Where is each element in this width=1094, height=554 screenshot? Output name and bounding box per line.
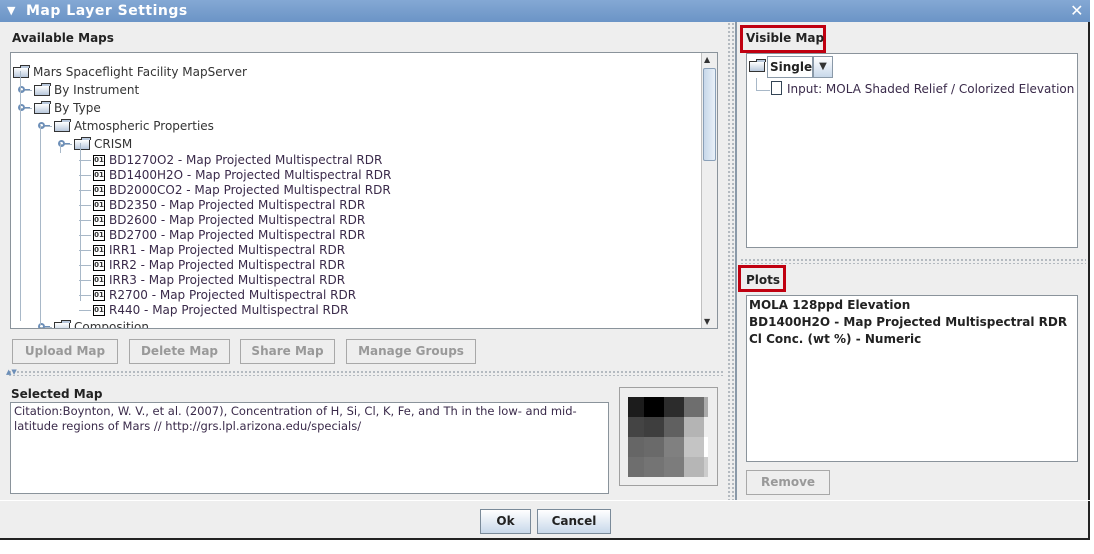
tree-node[interactable]: CRISM (94, 136, 132, 152)
tree-guide-line (40, 125, 41, 325)
horizontal-splitter[interactable] (8, 370, 724, 376)
thumbnail-cell (628, 457, 644, 477)
thumbnail-cell (628, 417, 644, 437)
tree-node[interactable]: BD1270O2 - Map Projected Multispectral R… (109, 152, 382, 168)
tree-connector (79, 310, 91, 311)
tree-node[interactable]: BD2000CO2 - Map Projected Multispectral … (109, 182, 391, 198)
title-bar[interactable]: ▼ Map Layer Settings ✕ (0, 0, 1090, 22)
thumbnail-cell (664, 417, 684, 437)
document-icon (771, 81, 782, 95)
tree-node[interactable]: Atmospheric Properties (74, 118, 214, 134)
tree-node[interactable]: BD1400H2O - Map Projected Multispectral … (109, 167, 391, 183)
available-maps-label: Available Maps (12, 31, 114, 45)
combo-value[interactable]: Single (767, 56, 813, 78)
tree-guide-line (60, 143, 61, 153)
scroll-thumb[interactable] (703, 68, 716, 161)
window-title: Map Layer Settings (26, 3, 188, 19)
thumbnail-cell (704, 437, 708, 457)
tree-node[interactable]: BD2600 - Map Projected Multispectral RDR (109, 212, 365, 228)
thumbnail-cell (704, 417, 708, 437)
cancel-button[interactable]: Cancel (537, 509, 611, 534)
tree-node[interactable]: R2700 - Map Projected Multispectral RDR (109, 287, 356, 303)
scroll-down-icon[interactable]: ▼ (704, 317, 710, 326)
thumbnail-cell (684, 397, 704, 417)
thumbnail-cell (644, 397, 664, 417)
thumbnail-cell (684, 457, 704, 477)
thumbnail-cell (664, 437, 684, 457)
map-layer-icon: 01 (93, 230, 105, 241)
selected-map-label: Selected Map (11, 387, 103, 401)
available-maps-tree[interactable]: Mars Spaceflight Facility MapServer By In… (10, 52, 718, 329)
thumbnail-cell (644, 437, 664, 457)
chevron-down-icon[interactable]: ▼ (813, 56, 833, 78)
map-layer-icon: 01 (93, 305, 105, 316)
map-layer-icon: 01 (93, 185, 105, 196)
folder-icon (749, 59, 766, 72)
tree-guide-line (80, 143, 81, 301)
thumbnail-cell (628, 397, 644, 417)
vertical-splitter[interactable] (727, 22, 737, 500)
thumbnail-cell (704, 397, 708, 417)
citation-textarea[interactable]: Citation:Boynton, W. V., et al. (2007), … (10, 402, 609, 494)
thumbnail-cell (644, 417, 664, 437)
remove-button[interactable]: Remove (746, 470, 830, 495)
visible-map-tree[interactable]: Single ▼ Input: MOLA Shaded Relief / Col… (746, 53, 1078, 248)
splitter-arrows-icon[interactable]: ▲▼ (6, 368, 17, 376)
manage-groups-button[interactable]: Manage Groups (346, 339, 476, 364)
map-layer-icon: 01 (93, 245, 105, 256)
folder-icon (54, 119, 71, 132)
tree-node[interactable]: IRR3 - Map Projected Multispectral RDR (109, 272, 345, 288)
tree-node[interactable]: BD2700 - Map Projected Multispectral RDR (109, 227, 365, 243)
tree-node[interactable]: IRR1 - Map Projected Multispectral RDR (109, 242, 345, 258)
map-layer-settings-dialog: ▼ Map Layer Settings ✕ Available Maps Ma… (0, 0, 1090, 540)
visible-map-label: Visible Map (746, 31, 825, 45)
tree-node[interactable]: R440 - Map Projected Multispectral RDR (109, 302, 348, 318)
plot-item[interactable]: BD1400H2O - Map Projected Multispectral … (749, 314, 1075, 331)
tree-node[interactable]: BD2350 - Map Projected Multispectral RDR (109, 197, 365, 213)
folder-icon (34, 83, 51, 96)
scroll-up-icon[interactable]: ▲ (704, 55, 710, 64)
map-layer-icon: 01 (93, 155, 105, 166)
thumbnail-cell (664, 397, 684, 417)
thumbnail-cell (684, 417, 704, 437)
map-layer-icon: 01 (93, 260, 105, 271)
thumbnail-cell (704, 457, 708, 477)
delete-map-button[interactable]: Delete Map (129, 339, 230, 364)
map-layer-icon: 01 (93, 170, 105, 181)
folder-icon (34, 101, 51, 114)
map-thumbnail-frame (619, 387, 718, 486)
map-layer-icon: 01 (93, 290, 105, 301)
map-layer-icon: 01 (93, 275, 105, 286)
tree-node[interactable]: IRR2 - Map Projected Multispectral RDR (109, 257, 345, 273)
plots-label: Plots (746, 273, 781, 287)
tree-node[interactable]: Mars Spaceflight Facility MapServer (33, 64, 247, 80)
tree-scrollbar[interactable]: ▲ ▼ (701, 53, 717, 328)
close-icon[interactable]: ✕ (1070, 0, 1084, 22)
ok-button[interactable]: Ok (480, 509, 531, 534)
share-map-button[interactable]: Share Map (240, 339, 335, 364)
thumbnail-cell (684, 437, 704, 457)
map-layer-icon: 01 (93, 200, 105, 211)
tree-node[interactable]: By Instrument (54, 82, 139, 98)
folder-icon (74, 137, 91, 150)
plots-list[interactable]: MOLA 128ppd Elevation BD1400H2O - Map Pro… (746, 295, 1078, 462)
thumbnail-cell (664, 457, 684, 477)
folder-icon (54, 320, 71, 328)
collapse-icon[interactable]: ▼ (7, 0, 16, 22)
thumbnail-cell (644, 457, 664, 477)
visible-map-input[interactable]: Input: MOLA Shaded Relief / Colorized El… (787, 81, 1074, 97)
upload-map-button[interactable]: Upload Map (12, 339, 118, 364)
tree-guide-line (20, 71, 21, 321)
right-splitter[interactable] (740, 258, 1086, 264)
tree-node[interactable]: Composition (74, 319, 149, 328)
thumbnail-cell (628, 437, 644, 457)
folder-icon (13, 65, 30, 78)
plot-item[interactable]: MOLA 128ppd Elevation (749, 297, 1075, 314)
tree-node[interactable]: By Type (54, 100, 101, 116)
map-layer-icon: 01 (93, 215, 105, 226)
plot-item[interactable]: Cl Conc. (wt %) - Numeric (749, 331, 1075, 348)
